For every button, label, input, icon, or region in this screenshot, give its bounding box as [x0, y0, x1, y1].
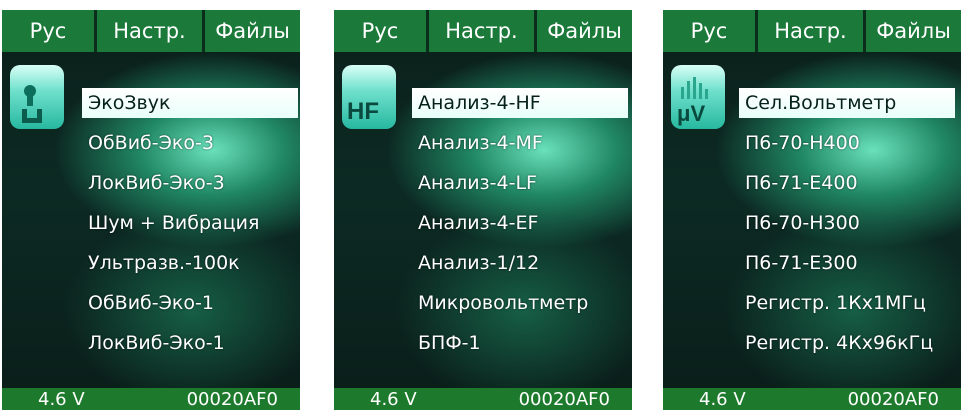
- menu-item[interactable]: Анализ-4-EF: [418, 208, 538, 238]
- menu-item[interactable]: Шум + Вибрация: [88, 208, 259, 238]
- tab-language[interactable]: Рус: [2, 10, 94, 52]
- menu-item[interactable]: БПФ-1: [418, 328, 481, 358]
- device-id: 00020AF0: [847, 388, 939, 410]
- tab-settings[interactable]: Настр.: [94, 10, 202, 52]
- battery-voltage: 4.6 V: [38, 388, 85, 410]
- menu-item[interactable]: ОбВиб-Эко-1: [88, 288, 214, 318]
- hf-icon: HF: [342, 65, 396, 129]
- microvolt-icon-label: μV: [677, 101, 706, 126]
- menu-item[interactable]: ЭкоЗвук: [82, 88, 298, 118]
- status-bar: 4.6 V 00020AF0: [334, 388, 632, 410]
- menu-item[interactable]: П6-71-Е300: [745, 248, 858, 278]
- battery-voltage: 4.6 V: [370, 388, 417, 410]
- menu-item[interactable]: Анализ-4-MF: [418, 128, 543, 158]
- menu-item[interactable]: Анализ-4-LF: [418, 168, 537, 198]
- tab-settings[interactable]: Настр.: [426, 10, 534, 52]
- top-menu-bar: Рус Настр. Файлы: [334, 10, 632, 52]
- menu-item[interactable]: Анализ-4-HF: [412, 88, 628, 118]
- hf-icon-label: HF: [347, 98, 379, 125]
- top-menu-bar: Рус Настр. Файлы: [663, 10, 961, 52]
- tab-language[interactable]: Рус: [334, 10, 426, 52]
- menu-item[interactable]: Регистр. 1Кх1МГц: [745, 288, 926, 318]
- status-bar: 4.6 V 00020AF0: [663, 388, 961, 410]
- menu-item[interactable]: Сел.Вольтметр: [739, 88, 955, 118]
- menu-item[interactable]: ОбВиб-Эко-3: [88, 128, 214, 158]
- tab-files[interactable]: Файлы: [534, 10, 632, 52]
- menu-item[interactable]: Микровольтметр: [418, 288, 588, 318]
- status-bar: 4.6 V 00020AF0: [2, 388, 300, 410]
- menu-item[interactable]: Ультразв.-100к: [88, 248, 240, 278]
- top-menu-bar: Рус Настр. Файлы: [2, 10, 300, 52]
- echo-sound-icon: [10, 65, 64, 129]
- menu-item[interactable]: П6-70-Н300: [745, 208, 860, 238]
- device-screen-3: Рус Настр. Файлы μV Сел.Вольтметр П6-70-…: [663, 10, 961, 410]
- tab-language[interactable]: Рус: [663, 10, 755, 52]
- device-id: 00020AF0: [186, 388, 278, 410]
- menu-item[interactable]: П6-70-Н400: [745, 128, 860, 158]
- tab-files[interactable]: Файлы: [202, 10, 300, 52]
- menu-item[interactable]: Анализ-1/12: [418, 248, 539, 278]
- menu-item[interactable]: Регистр. 4Кх96кГц: [745, 328, 933, 358]
- device-screen-1: Рус Настр. Файлы ЭкоЗвук ОбВиб-Эко-3 Лок…: [2, 10, 300, 410]
- microvolt-icon: μV: [671, 65, 725, 129]
- menu-item[interactable]: П6-71-Е400: [745, 168, 858, 198]
- device-screen-2: Рус Настр. Файлы HF Анализ-4-HF Анализ-4…: [334, 10, 632, 410]
- menu-item[interactable]: ЛокВиб-Эко-3: [88, 168, 225, 198]
- battery-voltage: 4.6 V: [699, 388, 746, 410]
- device-id: 00020AF0: [518, 388, 610, 410]
- tab-settings[interactable]: Настр.: [755, 10, 863, 52]
- menu-item[interactable]: ЛокВиб-Эко-1: [88, 328, 225, 358]
- tab-files[interactable]: Файлы: [863, 10, 961, 52]
